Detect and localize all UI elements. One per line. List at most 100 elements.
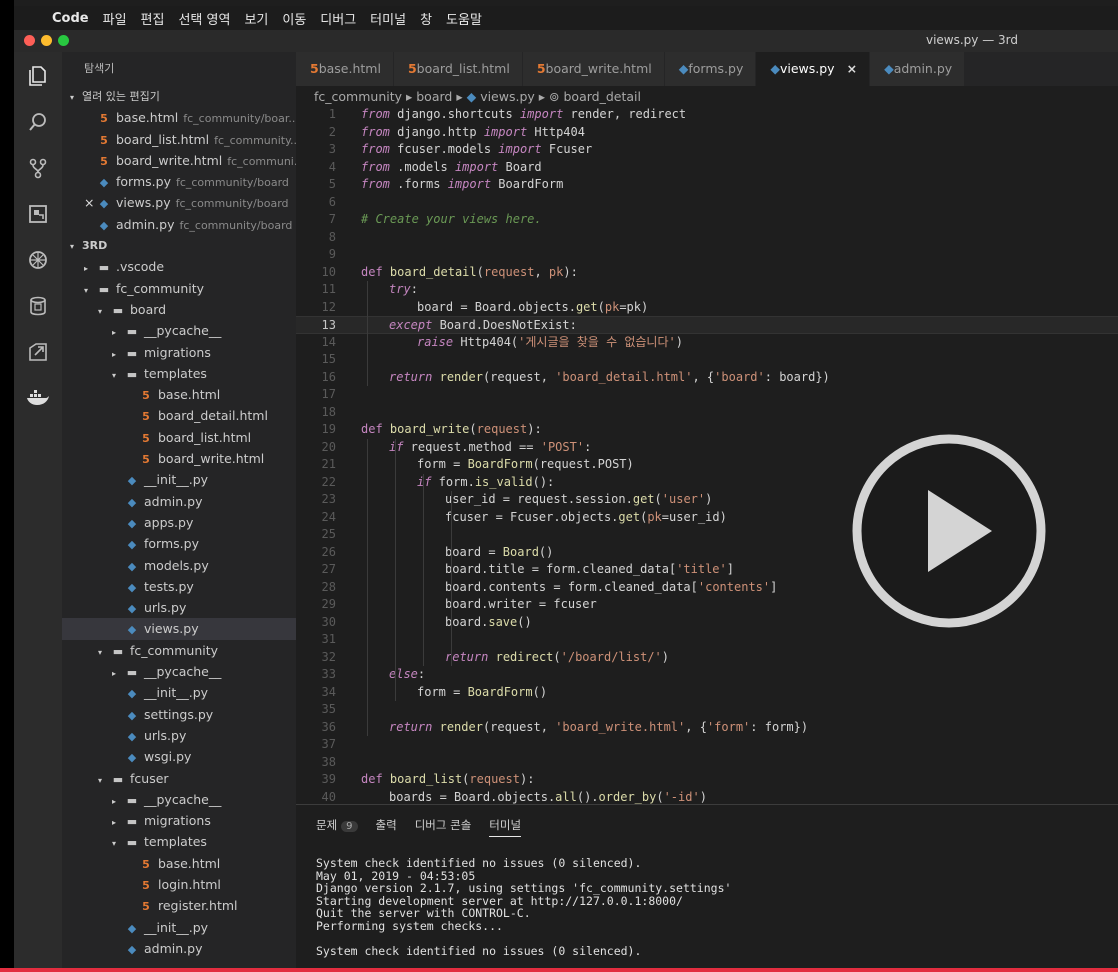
menu-item[interactable]: 선택 영역 [178,9,230,28]
open-editors-header[interactable]: ▾ 열려 있는 편집기 [62,86,296,107]
code-line[interactable]: 11 try: [296,281,1118,299]
code-line[interactable]: 12 board = Board.objects.get(pk=pk) [296,299,1118,317]
breadcrumb-item[interactable]: fc_community [314,89,402,104]
panel-tab[interactable]: 터미널 [489,817,522,837]
tree-item[interactable]: ▾ ▬ board [62,299,296,320]
database-icon[interactable] [14,288,62,324]
editor-tab[interactable]: ◆views.py × [756,52,871,86]
menu-item[interactable]: 도움말 [446,9,482,28]
code-line[interactable]: 37 [296,736,1118,754]
tree-item[interactable]: ▸ ▬ __pycache__ [62,661,296,682]
code-line[interactable]: 36 return render(request, 'board_write.ht… [296,719,1118,737]
source-control-icon[interactable] [14,150,62,186]
code-line[interactable]: 15 [296,351,1118,369]
breadcrumb[interactable]: fc_community ▸ board ▸ ◆ views.py ▸ ⊚ bo… [314,89,641,104]
code-line[interactable]: 4 from .models import Board [296,159,1118,177]
editor-tab[interactable]: ◆forms.py [664,52,757,86]
maximize-window-button[interactable] [58,35,69,46]
tree-item[interactable]: 5 login.html [62,874,296,895]
code-line[interactable]: 31 [296,631,1118,649]
tree-item[interactable]: ▸ ▬ __pycache__ [62,789,296,810]
code-line[interactable]: 34 form = BoardForm() [296,684,1118,702]
menu-item[interactable]: 디버그 [320,9,356,28]
tree-item[interactable]: ▾ ▬ templates [62,831,296,852]
tree-item[interactable]: ▸ ▬ migrations [62,342,296,363]
code-line[interactable]: 1 from django.shortcuts import render, re… [296,106,1118,124]
tree-item[interactable]: ▾ ▬ fc_community [62,278,296,299]
panel-tab[interactable]: 문제 9 [316,817,358,837]
tree-item[interactable]: ◆ settings.py [62,704,296,725]
code-line[interactable]: 14 raise Http404('게시글을 찾을 수 없습니다') [296,334,1118,352]
close-icon[interactable]: × [847,61,857,76]
code-line[interactable]: 35 [296,701,1118,719]
close-icon[interactable]: × [84,192,96,213]
code-line[interactable]: 18 [296,404,1118,422]
menu-item[interactable]: 창 [420,9,432,28]
editor-tab[interactable]: 5board_list.html [393,52,523,86]
tree-item[interactable]: ◆ urls.py [62,725,296,746]
tree-item[interactable]: ◆ wsgi.py [62,746,296,767]
open-editor-item[interactable]: ◆ forms.py fc_community/board [62,171,296,192]
tree-item[interactable]: ◆ __init__.py [62,917,296,938]
code-line[interactable]: 38 [296,754,1118,772]
tree-item[interactable]: 5 base.html [62,853,296,874]
breadcrumb-item[interactable]: views.py [480,89,535,104]
project-header[interactable]: ▾ 3RD [62,235,296,256]
open-editor-item[interactable]: × ◆ views.py fc_community/board [62,192,296,213]
menu-item[interactable]: 보기 [244,9,268,28]
open-editor-item[interactable]: 5 board_list.html fc_community... [62,129,296,150]
tree-item[interactable]: ◆ admin.py [62,491,296,512]
tree-item[interactable]: ◆ __init__.py [62,469,296,490]
tree-item[interactable]: ◆ tests.py [62,576,296,597]
tree-item[interactable]: ◆ admin.py [62,938,296,959]
editor-tab[interactable]: ◆admin.py [870,52,966,86]
code-line[interactable]: 5 from .forms import BoardForm [296,176,1118,194]
close-window-button[interactable] [24,35,35,46]
open-editor-item[interactable]: ◆ admin.py fc_community/board [62,214,296,235]
tree-item[interactable]: ◆ views.py [62,618,296,640]
menu-app-name[interactable]: Code [52,11,89,26]
tree-item[interactable]: ▾ ▬ fc_community [62,640,296,661]
breadcrumb-item[interactable]: board_detail [563,89,640,104]
code-line[interactable]: 2 from django.http import Http404 [296,124,1118,142]
editor-tab[interactable]: 5board_write.html [522,52,665,86]
tree-item[interactable]: 5 board_write.html [62,448,296,469]
code-line[interactable]: 9 [296,246,1118,264]
search-icon[interactable] [14,104,62,140]
tree-item[interactable]: 5 board_list.html [62,427,296,448]
remote-icon[interactable] [14,334,62,370]
breadcrumb-item[interactable]: board [416,89,452,104]
menu-item[interactable]: 터미널 [370,9,406,28]
code-line[interactable]: 39 def board_list(request): [296,771,1118,789]
code-line[interactable]: 33 else: [296,666,1118,684]
tree-item[interactable]: 5 base.html [62,384,296,405]
tree-item[interactable]: ◆ __init__.py [62,682,296,703]
code-line[interactable]: 16 return render(request, 'board_detail.h… [296,369,1118,387]
video-progress-bar[interactable] [0,968,1118,972]
code-line[interactable]: 3 from fcuser.models import Fcuser [296,141,1118,159]
code-line[interactable]: 6 [296,194,1118,212]
tree-item[interactable]: ▾ ▬ templates [62,363,296,384]
extensions-icon[interactable] [14,196,62,232]
open-editor-item[interactable]: 5 board_write.html fc_communi... [62,150,296,171]
debug-icon[interactable] [14,242,62,278]
tree-item[interactable]: ▸ ▬ migrations [62,810,296,831]
docker-icon[interactable] [14,380,62,416]
terminal-output[interactable]: System check identified no issues (0 sil… [316,857,731,958]
play-icon[interactable] [850,432,1048,630]
minimize-window-button[interactable] [41,35,52,46]
tree-item[interactable]: ▸ ▬ __pycache__ [62,320,296,341]
tree-item[interactable]: ▾ ▬ fcuser [62,768,296,789]
tree-item[interactable]: ◆ forms.py [62,533,296,554]
panel-tab[interactable]: 출력 [376,817,397,837]
code-line[interactable]: 17 [296,386,1118,404]
tree-item[interactable]: 5 register.html [62,895,296,916]
editor-tab[interactable]: 5base.html [296,52,394,86]
panel-tab[interactable]: 디버그 콘솔 [415,817,472,837]
menu-item[interactable]: 파일 [103,9,127,28]
code-line[interactable]: 40 boards = Board.objects.all().order_by(… [296,789,1118,805]
tree-item[interactable]: ◆ urls.py [62,597,296,618]
open-editor-item[interactable]: 5 base.html fc_community/boar... [62,107,296,128]
code-line[interactable]: 13 except Board.DoesNotExist: [296,316,1118,334]
code-line[interactable]: 10 def board_detail(request, pk): [296,264,1118,282]
